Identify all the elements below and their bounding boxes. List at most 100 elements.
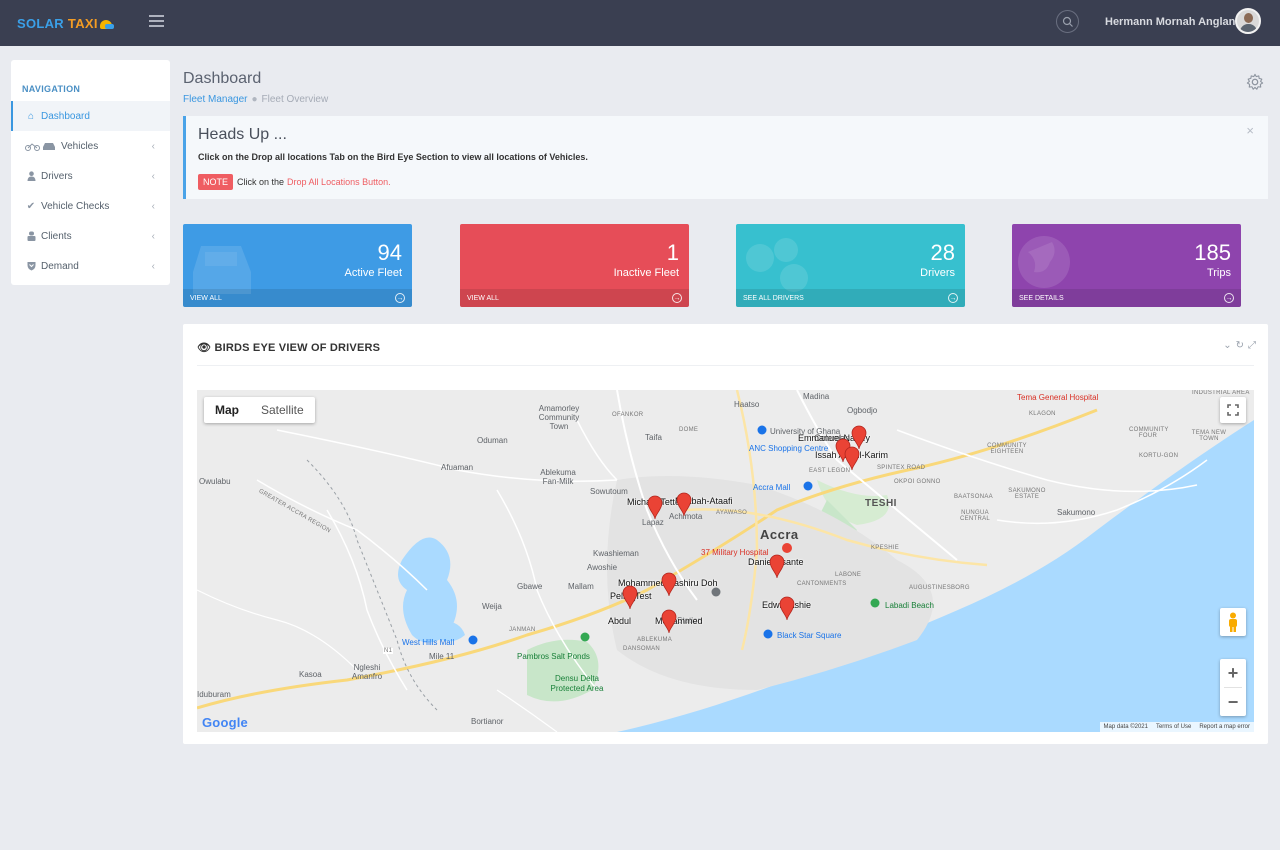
view-all-active-fleet-link[interactable]: VIEW ALL →	[183, 289, 412, 307]
sidebar-item-clients[interactable]: Clients ‹	[11, 221, 170, 251]
panel-tools: ⌄ ↻ ⤢	[1223, 340, 1256, 351]
sidebar-item-label: Drivers	[41, 170, 73, 182]
chevron-left-icon: ‹	[151, 260, 155, 272]
map-attribution: Map data ©2021 Terms of Use Report a map…	[1099, 722, 1254, 732]
drop-all-locations-link[interactable]: Drop All Locations Button.	[287, 177, 391, 187]
menu-toggle-icon[interactable]	[149, 15, 164, 27]
search-icon[interactable]	[1056, 10, 1079, 33]
street-view-pegman-icon[interactable]	[1220, 608, 1246, 636]
report-map-error-link[interactable]: Report a map error	[1199, 724, 1250, 730]
driver-marker-icon	[661, 609, 677, 634]
user-icon	[24, 171, 38, 181]
breadcrumb-link[interactable]: Fleet Manager	[183, 94, 247, 105]
map-data-text: Map data ©2021	[1103, 724, 1148, 730]
sidebar-item-vehicle-checks[interactable]: ✔ Vehicle Checks ‹	[11, 191, 170, 221]
stat-value: 185	[1194, 240, 1231, 265]
driver-marker-icon	[851, 425, 867, 450]
stat-label: Trips	[1206, 267, 1231, 279]
user-name[interactable]: Hermann Mornah Anglania	[1105, 16, 1245, 28]
stat-footer-label: SEE ALL DRIVERS	[743, 294, 804, 302]
heads-up-alert: Heads Up ... Click on the Drop all locat…	[183, 116, 1268, 199]
panel-divider	[197, 365, 1254, 366]
stat-footer-label: VIEW ALL	[467, 294, 499, 302]
google-logo: Google	[202, 715, 248, 730]
map-type-control: Map Satellite	[204, 397, 315, 423]
stat-label: Drivers	[920, 267, 955, 279]
note-text: Click on the	[237, 177, 285, 187]
stat-label: Active Fleet	[344, 267, 402, 279]
breadcrumb-separator: ●	[251, 94, 258, 105]
page-title: Dashboard	[183, 70, 262, 87]
driver-marker-icon	[661, 572, 677, 597]
sidebar-item-label: Vehicle Checks	[41, 200, 110, 212]
driver-marker-icon	[844, 446, 860, 471]
stat-value: 1	[666, 240, 679, 265]
birds-eye-panel: 👁 BIRDS EYE VIEW OF DRIVERS ⌄ ↻ ⤢ Madina…	[183, 324, 1268, 744]
close-icon[interactable]: ×	[1246, 123, 1254, 138]
see-all-drivers-link[interactable]: SEE ALL DRIVERS →	[736, 289, 965, 307]
breadcrumb-current: Fleet Overview	[261, 94, 329, 105]
alert-title: Heads Up ...	[198, 126, 287, 143]
terms-of-use-link[interactable]: Terms of Use	[1156, 724, 1191, 730]
client-icon	[24, 231, 38, 241]
sidebar-item-drivers[interactable]: Drivers ‹	[11, 161, 170, 191]
driver-marker-icon	[622, 585, 638, 610]
arrow-right-icon: →	[1224, 293, 1234, 303]
stat-footer-label: SEE DETAILS	[1019, 294, 1064, 302]
see-trip-details-link[interactable]: SEE DETAILS →	[1012, 289, 1241, 307]
car-icon	[24, 141, 58, 151]
check-icon: ✔	[26, 200, 36, 212]
user-avatar[interactable]	[1235, 8, 1261, 34]
view-all-inactive-fleet-link[interactable]: VIEW ALL →	[460, 289, 689, 307]
stat-card-inactive-fleet: 1 Inactive Fleet VIEW ALL →	[460, 224, 689, 307]
arrow-right-icon: →	[948, 293, 958, 303]
map-type-satellite-button[interactable]: Satellite	[250, 397, 315, 423]
nav-heading: NAVIGATION	[22, 84, 81, 94]
sidebar-item-vehicles[interactable]: Vehicles ‹	[11, 131, 170, 161]
stat-card-active-fleet: 94 Active Fleet VIEW ALL →	[183, 224, 412, 307]
arrow-right-icon: →	[395, 293, 405, 303]
alert-text: Click on the Drop all locations Tab on t…	[198, 152, 588, 162]
collapse-icon[interactable]: ⌄	[1223, 340, 1231, 351]
stat-footer-label: VIEW ALL	[190, 294, 222, 302]
expand-icon[interactable]: ⤢	[1248, 340, 1256, 351]
brand-logo[interactable]: SOLAR TAXI	[17, 16, 114, 31]
shield-icon	[24, 261, 38, 271]
stat-card-trips: 185 Trips SEE DETAILS →	[1012, 224, 1241, 307]
fullscreen-icon[interactable]	[1220, 397, 1246, 423]
brand-part1: SOLAR	[17, 16, 64, 31]
map-type-map-button[interactable]: Map	[204, 397, 250, 423]
sidebar-item-label: Vehicles	[61, 140, 99, 152]
driver-marker-icon	[676, 492, 692, 517]
stat-label: Inactive Fleet	[613, 267, 679, 279]
zoom-in-button[interactable]: +	[1220, 659, 1246, 687]
drivers-map[interactable]: Madina Haatso Ogbodjo Tema General Hospi…	[197, 390, 1254, 732]
driver-marker-icon	[779, 596, 795, 621]
chevron-left-icon: ‹	[151, 140, 155, 152]
note-badge: NOTE	[198, 174, 234, 190]
stat-value: 94	[377, 240, 402, 265]
refresh-icon[interactable]: ↻	[1236, 340, 1244, 351]
home-icon: ⌂	[27, 110, 35, 122]
sidebar-item-demand[interactable]: Demand ‹	[11, 251, 170, 281]
alert-note: NOTE Click on the Drop All Locations But…	[198, 174, 391, 190]
sidebar-item-label: Clients	[41, 230, 72, 242]
zoom-control: + −	[1220, 659, 1246, 716]
sidebar-item-label: Demand	[41, 260, 79, 272]
stat-card-drivers: 28 Drivers SEE ALL DRIVERS →	[736, 224, 965, 307]
sidebar-item-label: Dashboard	[41, 110, 90, 122]
arrow-right-icon: →	[672, 293, 682, 303]
brand-part2: TAXI	[67, 16, 98, 31]
settings-gear-icon[interactable]	[1246, 73, 1264, 91]
zoom-out-button[interactable]: −	[1220, 688, 1246, 716]
eye-icon: 👁	[197, 342, 212, 354]
sidebar-item-dashboard[interactable]: ⌂ Dashboard	[11, 101, 170, 131]
chevron-left-icon: ‹	[151, 230, 155, 242]
top-bar: SOLAR TAXI Hermann Mornah Anglania	[0, 0, 1280, 46]
driver-marker-icon	[769, 554, 785, 579]
driver-marker-icon	[647, 495, 663, 520]
stat-value: 28	[930, 240, 955, 265]
chevron-left-icon: ‹	[151, 170, 155, 182]
sidebar: NAVIGATION ⌂ Dashboard Vehicles ‹ Driver…	[11, 60, 170, 285]
driver-markers	[468, 425, 880, 645]
